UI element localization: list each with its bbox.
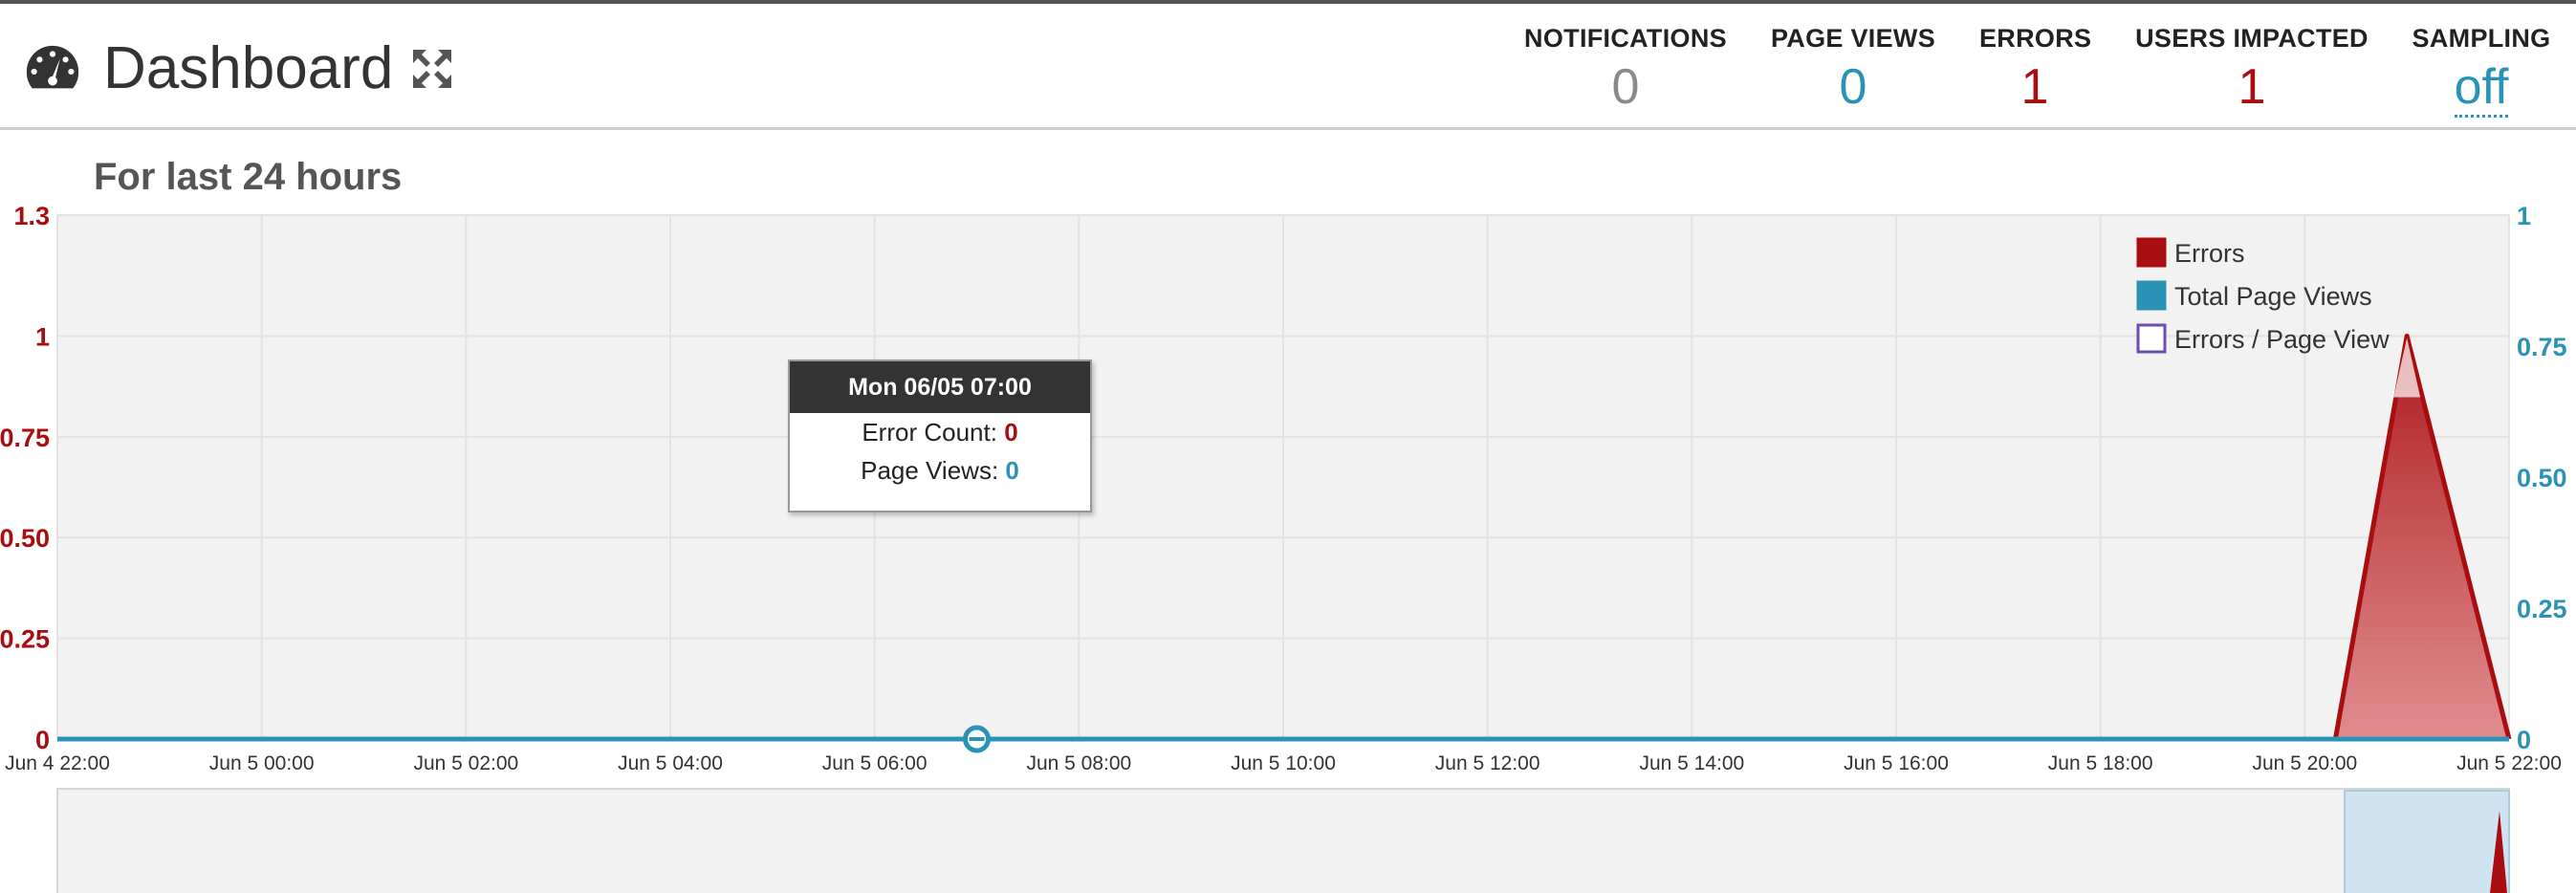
stat-label: SAMPLING — [2412, 24, 2551, 53]
stat-users-impacted: USERS IMPACTED 1 — [2132, 21, 2371, 119]
legend-item-errors-per-page-view[interactable]: Errors / Page View — [2136, 323, 2390, 354]
right-y-axis: 0 0.25 0.50 0.75 1 — [2517, 203, 2567, 754]
legend-label: Errors / Page View — [2174, 325, 2390, 354]
legend-label: Errors — [2174, 239, 2245, 268]
x-tick-label: Jun 5 10:00 — [1231, 752, 1336, 774]
dashboard-gauge-icon — [26, 45, 79, 89]
y-left-tick-label: 0.25 — [0, 625, 50, 654]
period-title: For last 24 hours — [94, 156, 403, 198]
tooltip-error-label: Error Count: — [862, 418, 997, 446]
y-right-tick-label: 0.50 — [2517, 464, 2567, 492]
y-left-tick-label: 1.3 — [13, 203, 50, 230]
legend-swatch — [2136, 323, 2167, 354]
legend-swatch — [2136, 280, 2167, 311]
chart-tooltip: Mon 06/05 07:00 Error Count: 0 Page View… — [788, 359, 1092, 512]
x-tick-label: Jun 5 14:00 — [1639, 752, 1744, 774]
x-axis: Jun 4 22:00 Jun 5 00:00 Jun 5 02:00 Jun 5 0… — [5, 752, 2562, 774]
y-left-tick-label: 1 — [35, 322, 50, 351]
x-tick-label: Jun 5 00:00 — [209, 752, 315, 774]
errors-page-views-chart[interactable]: 0 0.25 0.50 0.75 1 1.3 0 0.25 0.50 0.75 1 Jun 4 2… — [0, 203, 2576, 893]
expand-arrows-icon[interactable] — [409, 46, 455, 92]
x-tick-label: Jun 5 18:00 — [2048, 752, 2153, 774]
stat-sampling: SAMPLING off — [2400, 21, 2563, 119]
x-tick-label: Jun 4 22:00 — [5, 752, 110, 774]
y-right-tick-label: 0 — [2517, 726, 2531, 754]
x-tick-label: Jun 5 02:00 — [413, 752, 518, 774]
y-right-tick-label: 1 — [2517, 203, 2531, 230]
stat-notifications: NOTIFICATIONS 0 — [1518, 21, 1733, 119]
y-left-tick-label: 0.75 — [0, 424, 50, 452]
stat-label: NOTIFICATIONS — [1524, 24, 1727, 53]
x-tick-label: Jun 5 16:00 — [1844, 752, 1949, 774]
x-tick-label: Jun 5 08:00 — [1026, 752, 1131, 774]
stat-value: 1 — [2020, 59, 2049, 115]
x-tick-label: Jun 5 22:00 — [2456, 752, 2562, 774]
y-right-tick-label: 0.25 — [2517, 595, 2567, 623]
stat-label: PAGE VIEWS — [1770, 24, 1936, 53]
tooltip-pv-value: 0 — [1005, 456, 1019, 485]
legend-item-errors[interactable]: Errors — [2136, 237, 2245, 268]
dashboard-header: Dashboard NOTIFICATIONS 0 PAGE VIEWS 0 E… — [0, 4, 2576, 130]
legend-label: Total Page Views — [2174, 282, 2372, 311]
tooltip-pv-row: Page Views: 0 — [790, 451, 1090, 490]
x-tick-label: Jun 5 04:00 — [618, 752, 723, 774]
x-tick-label: Jun 5 12:00 — [1435, 752, 1540, 774]
stat-page-views: PAGE VIEWS 0 — [1769, 21, 1937, 119]
range-selection-window[interactable] — [2344, 790, 2510, 893]
left-y-axis: 0 0.25 0.50 0.75 1 1.3 — [0, 203, 50, 754]
sampling-toggle-link[interactable]: off — [2454, 59, 2509, 118]
page-title: Dashboard — [103, 35, 394, 101]
tooltip-error-row: Error Count: 0 — [790, 413, 1090, 451]
tooltip-title: Mon 06/05 07:00 — [790, 361, 1090, 413]
y-left-tick-label: 0 — [35, 726, 50, 754]
x-tick-label: Jun 5 20:00 — [2252, 752, 2357, 774]
y-right-tick-label: 0.75 — [2517, 333, 2567, 361]
stat-value: 1 — [2238, 59, 2266, 115]
y-left-tick-label: 0.50 — [0, 524, 50, 553]
stat-label: USERS IMPACTED — [2135, 24, 2369, 53]
stat-value: 0 — [1839, 59, 1867, 115]
stat-label: ERRORS — [1979, 24, 2092, 53]
tooltip-pv-label: Page Views: — [861, 456, 999, 485]
stat-errors: ERRORS 1 — [1979, 21, 2092, 119]
stat-value: 0 — [1611, 59, 1640, 115]
x-tick-label: Jun 5 06:00 — [822, 752, 928, 774]
legend-swatch — [2136, 237, 2167, 268]
tooltip-error-value: 0 — [1004, 418, 1018, 446]
range-navigator[interactable] — [56, 788, 2510, 893]
